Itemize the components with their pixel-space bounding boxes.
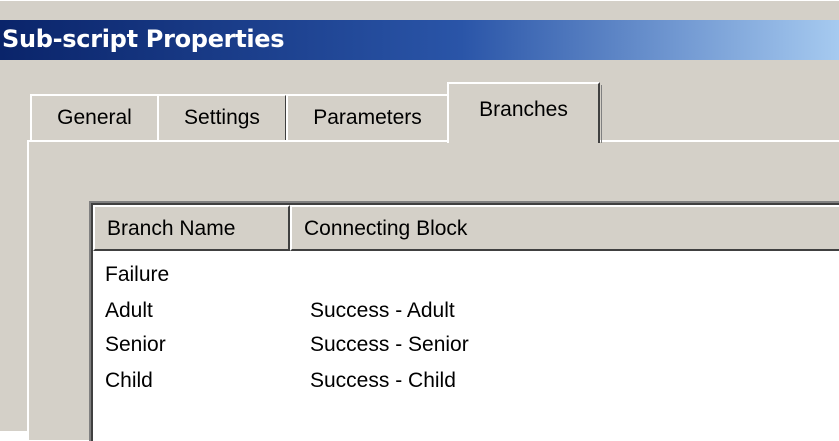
branch-name-cell: Adult bbox=[105, 299, 153, 322]
column-header-branch-name-label: Branch Name bbox=[107, 217, 236, 240]
tab-general[interactable]: General bbox=[30, 94, 161, 141]
tab-settings[interactable]: Settings bbox=[157, 94, 289, 141]
branches-list[interactable]: Branch Name Connecting Block Failure Adu… bbox=[89, 201, 839, 441]
tab-branches-label: Branches bbox=[479, 98, 568, 121]
connecting-block-cell: Success - Adult bbox=[310, 299, 455, 322]
column-header-connecting-block[interactable]: Connecting Block bbox=[290, 205, 839, 251]
tab-branches[interactable]: Branches bbox=[447, 82, 602, 143]
tab-settings-label: Settings bbox=[184, 106, 260, 129]
tab-parameters[interactable]: Parameters bbox=[286, 94, 451, 141]
tab-general-label: General bbox=[57, 106, 132, 129]
connecting-block-cell: Success - Senior bbox=[310, 333, 469, 356]
branch-name-cell: Failure bbox=[105, 263, 170, 286]
dialog-title: Sub-script Properties bbox=[2, 25, 285, 53]
column-header-branch-name[interactable]: Branch Name bbox=[93, 205, 290, 251]
properties-dialog: Sub-script Properties General Settings P… bbox=[0, 0, 839, 441]
branch-name-cell: Senior bbox=[105, 333, 166, 356]
connecting-block-cell: Success - Child bbox=[310, 369, 456, 392]
tab-parameters-label: Parameters bbox=[313, 106, 422, 129]
column-header-connecting-block-label: Connecting Block bbox=[304, 217, 468, 240]
branch-name-cell: Child bbox=[105, 369, 153, 392]
